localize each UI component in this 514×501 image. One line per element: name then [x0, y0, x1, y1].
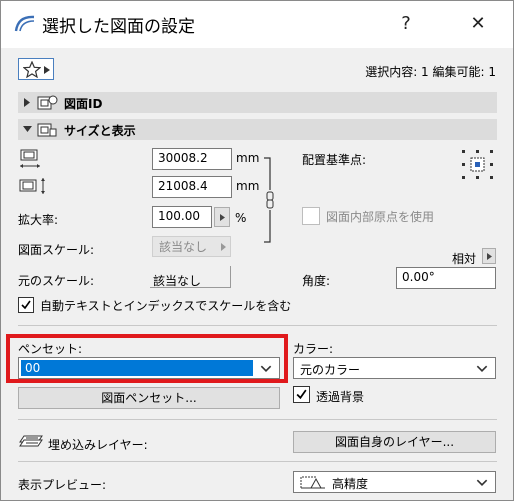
scale-label: 拡大率:: [18, 213, 59, 227]
divider-2: [18, 419, 497, 420]
checkmark-icon: [21, 300, 31, 310]
drawing-id-icon: [37, 95, 58, 110]
drawing-own-layers-button[interactable]: 図面自身のレイヤー...: [293, 431, 496, 453]
transparent-background-checkbox[interactable]: [293, 386, 310, 403]
drawing-scale-value: 該当なし: [159, 240, 208, 254]
section-drawing-id[interactable]: 図面ID: [18, 92, 497, 113]
selection-info: 選択内容: 1 編集可能: 1: [365, 65, 496, 79]
anchor-point-grid-icon[interactable]: [460, 148, 496, 182]
relative-menu-button[interactable]: [482, 248, 496, 264]
original-scale-underline: [150, 287, 230, 288]
display-preview-value: 高精度: [332, 477, 369, 491]
color-label: カラー:: [293, 342, 334, 356]
divider-1: [18, 325, 497, 326]
star-icon: [23, 61, 41, 78]
scale-unit: %: [235, 211, 247, 225]
angle-label: 角度:: [302, 274, 331, 288]
high-precision-icon: [300, 476, 325, 489]
chevron-down-icon: [476, 479, 488, 486]
use-internal-origin-label: 図面内部原点を使用: [326, 210, 435, 224]
use-internal-origin-checkbox[interactable]: [302, 207, 320, 225]
original-scale-edge: [230, 266, 231, 288]
favorites-button[interactable]: [18, 58, 54, 80]
checkmark-icon: [296, 389, 307, 400]
chevron-right-icon: [44, 66, 50, 74]
chevron-right-icon: [221, 243, 226, 251]
height-icon: [19, 178, 45, 194]
width-unit: mm: [236, 151, 260, 165]
section-size-display-label: サイズと表示: [64, 124, 136, 138]
scale-input[interactable]: 100.00: [152, 206, 212, 228]
expand-arrow-icon: [24, 98, 30, 107]
divider-3: [18, 461, 497, 462]
auto-text-checkbox[interactable]: [18, 297, 34, 313]
size-display-icon: [37, 123, 57, 137]
anchor-point-label: 配置基準点:: [302, 153, 367, 167]
section-size-display[interactable]: サイズと表示: [18, 119, 497, 140]
color-value: 元のカラー: [300, 363, 361, 377]
collapse-arrow-icon: [23, 126, 32, 132]
chevron-right-icon: [220, 214, 225, 221]
drawing-scale-label: 図面スケール:: [18, 243, 95, 257]
drawing-scale-select[interactable]: 該当なし: [152, 236, 231, 257]
help-button[interactable]: ?: [386, 8, 426, 40]
auto-text-label: 自動テキストとインデックスでスケールを含む: [40, 299, 292, 313]
embedded-layers-label: 埋め込みレイヤー:: [48, 438, 148, 452]
chevron-down-icon: [476, 365, 488, 372]
scale-menu-button[interactable]: [214, 207, 230, 227]
window-title: 選択した図面の設定: [42, 17, 195, 37]
display-preview-select[interactable]: 高精度: [293, 471, 496, 493]
chevron-right-icon: [487, 253, 492, 260]
color-select[interactable]: 元のカラー: [293, 357, 496, 379]
original-scale-label: 元のスケール:: [18, 274, 95, 288]
close-button[interactable]: ✕: [458, 8, 498, 40]
drawing-pen-set-button[interactable]: 図面ペンセット...: [18, 387, 280, 409]
angle-input[interactable]: 0.00°: [396, 267, 496, 289]
transparent-background-label: 透過背景: [316, 390, 365, 404]
display-preview-label: 表示プレビュー:: [18, 478, 107, 492]
proportion-link-icon[interactable]: [262, 156, 278, 244]
layers-icon: [19, 435, 43, 447]
width-input[interactable]: 30008.2: [152, 148, 232, 170]
highlight-box: [6, 334, 288, 383]
section-drawing-id-label: 図面ID: [64, 97, 103, 111]
archicad-logo-icon: [14, 15, 35, 32]
height-input[interactable]: 21008.4: [152, 176, 232, 198]
width-icon: [20, 149, 40, 168]
relative-label: 相対: [452, 252, 477, 266]
height-unit: mm: [236, 179, 260, 193]
